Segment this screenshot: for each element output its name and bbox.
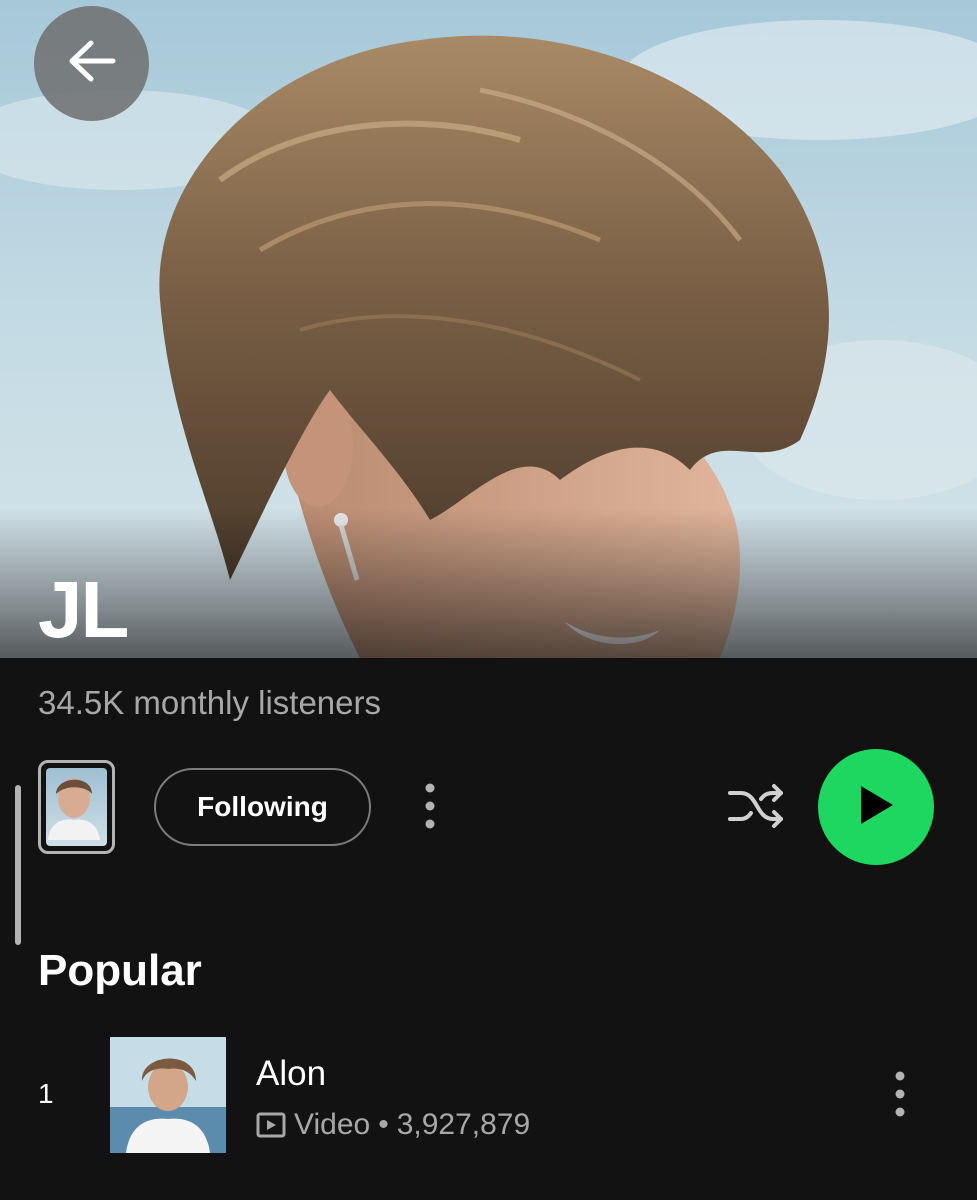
artist-header-image: JL <box>0 0 977 658</box>
shuffle-button[interactable] <box>722 778 790 838</box>
more-vertical-icon <box>894 1070 906 1123</box>
shuffle-icon <box>727 783 785 834</box>
more-vertical-icon <box>424 782 436 835</box>
popular-heading: Popular <box>38 946 202 995</box>
artist-name: JL <box>38 565 129 654</box>
track-more-options-button[interactable] <box>880 1068 920 1124</box>
track-meta: Video • 3,927,879 <box>256 1108 530 1142</box>
track-row[interactable]: 1 Alon Video • 3,927,879 <box>0 1030 977 1160</box>
play-icon <box>856 783 896 832</box>
monthly-listeners: 34.5K monthly listeners <box>38 684 382 721</box>
artist-page: JL 34.5K monthly listeners Following Pop… <box>0 0 977 1200</box>
meta-separator: • <box>378 1108 389 1141</box>
artist-avatar-thumbnail[interactable] <box>38 760 115 854</box>
track-artwork <box>110 1037 226 1153</box>
video-icon <box>256 1112 286 1138</box>
track-number: 1 <box>38 1078 54 1109</box>
following-button[interactable]: Following <box>154 768 371 846</box>
play-button[interactable] <box>818 749 934 865</box>
arrow-left-icon <box>67 40 117 87</box>
artist-more-options-button[interactable] <box>408 778 452 838</box>
track-play-count: 3,927,879 <box>396 1108 531 1141</box>
header-gradient <box>0 508 977 658</box>
scrollbar[interactable] <box>15 785 21 945</box>
avatar <box>46 768 107 846</box>
back-button[interactable] <box>34 6 149 121</box>
track-type: Video <box>294 1108 371 1141</box>
track-title: Alon <box>256 1054 327 1093</box>
